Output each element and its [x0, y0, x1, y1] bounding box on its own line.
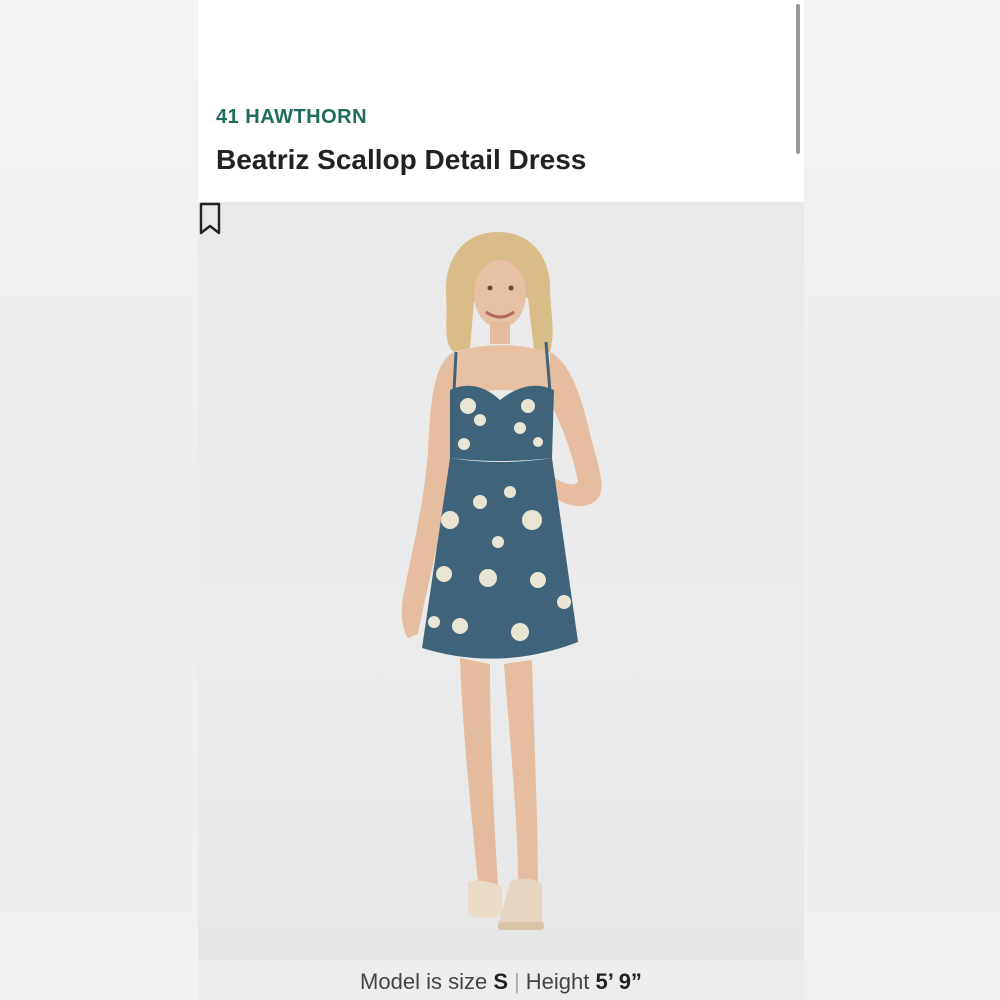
model-illustration: [401, 232, 602, 930]
separator: |: [514, 969, 520, 994]
background-left: [0, 0, 198, 1000]
model-height-value: 5’ 9”: [595, 969, 642, 994]
model-info-bar: Model is size S | Height 5’ 9”: [198, 960, 804, 1000]
model-size-label: Model is size: [360, 969, 488, 994]
product-screen: 41 HAWTHORN Beatriz Scallop Detail Dress: [198, 0, 804, 1000]
brand-name[interactable]: 41 HAWTHORN: [216, 106, 367, 129]
model-height-label: Height: [525, 969, 590, 994]
bookmark-icon[interactable]: [198, 202, 222, 236]
background-right: [804, 0, 1000, 1000]
model-size-value: S: [493, 969, 509, 994]
product-photo[interactable]: [198, 202, 804, 960]
product-title: Beatriz Scallop Detail Dress: [216, 144, 587, 175]
scrollbar[interactable]: [796, 4, 800, 154]
